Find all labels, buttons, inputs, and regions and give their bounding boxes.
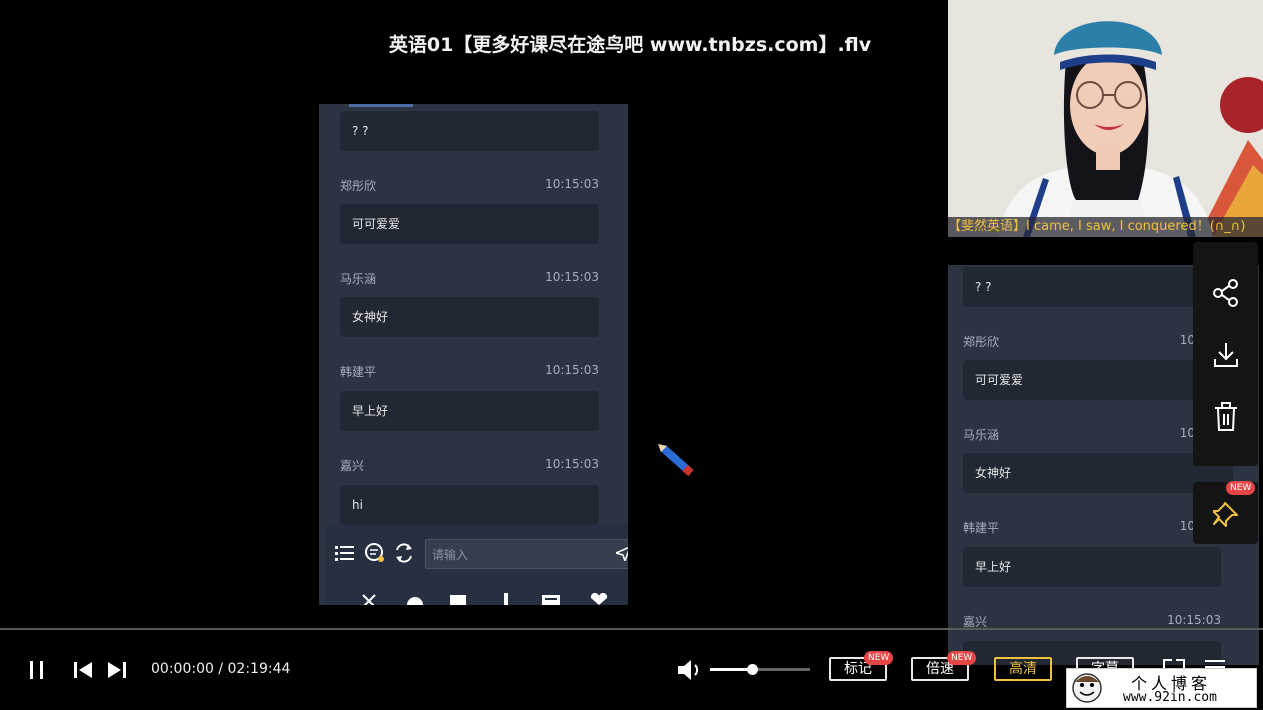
- chat-time: 10:15:03: [545, 270, 599, 284]
- chat-user: 韩建平: [963, 521, 1000, 535]
- video-title: 英语01【更多好课尽在途鸟吧 www.tnbzs.com】.flv: [388, 34, 872, 56]
- mic-icon[interactable]: [500, 593, 512, 605]
- chat-time: 10:15:03: [545, 363, 599, 377]
- chat-tab-indicator: [349, 104, 413, 107]
- heart-icon[interactable]: [588, 593, 610, 605]
- emoji-icon[interactable]: [405, 595, 425, 605]
- chat-user: 嘉兴: [340, 459, 365, 473]
- message-icon[interactable]: [364, 542, 386, 564]
- video-caption: 【斐然英语】I came, I saw, I conquered！(∩_∩): [948, 217, 1263, 237]
- quality-button[interactable]: 高清: [994, 657, 1052, 681]
- gift-icon[interactable]: [448, 593, 468, 605]
- mascot-logo: [1072, 673, 1102, 703]
- volume-slider[interactable]: [710, 664, 810, 675]
- teacher-video: [948, 0, 1263, 237]
- pin-icon: [1213, 502, 1238, 527]
- chat-user: 马乐涵: [963, 428, 1000, 442]
- chat-time: 10:15:03: [545, 457, 599, 471]
- playback-time: 00:00:00 / 02:19:44: [151, 661, 290, 677]
- progress-bar[interactable]: [0, 628, 1263, 630]
- switch-icon[interactable]: [393, 542, 415, 564]
- pause-icon[interactable]: [27, 660, 47, 680]
- chat-bubble: 女神好: [340, 297, 599, 337]
- side-toolbar: [1193, 242, 1258, 466]
- previous-icon[interactable]: [73, 661, 93, 679]
- new-badge: NEW: [947, 651, 977, 665]
- watermark-url: www.92in.com: [1123, 690, 1217, 705]
- chat-input[interactable]: 请输入: [425, 539, 628, 569]
- chat-user: 郑彤欣: [963, 335, 1000, 349]
- list-icon[interactable]: [335, 544, 355, 562]
- close-icon[interactable]: [360, 593, 380, 605]
- time-separator: /: [213, 661, 228, 677]
- chat-bubble: 早上好: [963, 547, 1221, 587]
- chat-input-bar: 请输入: [325, 525, 628, 605]
- volume-fill: [710, 668, 752, 671]
- caption-text: 【斐然英语】I came, I saw, I conquered！(∩_∩): [948, 219, 1246, 234]
- volume-knob[interactable]: [747, 664, 758, 675]
- chat-bubble: ? ?: [340, 111, 599, 151]
- new-badge: NEW: [1226, 481, 1256, 495]
- chat-user: 韩建平: [340, 365, 377, 379]
- download-icon[interactable]: [1213, 341, 1239, 369]
- watermark: 个人博客 www.92in.com: [1066, 668, 1257, 708]
- next-icon[interactable]: [107, 661, 127, 679]
- chat-time: 10:15:03: [545, 177, 599, 191]
- trash-icon[interactable]: [1213, 402, 1239, 432]
- chat-user: 郑彤欣: [340, 179, 377, 193]
- chat-bubble: hi: [340, 485, 599, 525]
- chat-time: 10:15:03: [1167, 613, 1221, 627]
- chat-bubble: 早上好: [340, 391, 599, 431]
- send-icon[interactable]: [616, 547, 628, 561]
- chat-user: 马乐涵: [340, 272, 377, 286]
- share-icon[interactable]: [1213, 279, 1239, 307]
- card-icon[interactable]: [540, 593, 562, 605]
- chat-bubble: 可可爱爱: [340, 204, 599, 244]
- webcam-feed: 【斐然英语】I came, I saw, I conquered！(∩_∩): [948, 0, 1263, 237]
- time-current: 00:00:00: [151, 661, 214, 677]
- new-badge: NEW: [864, 651, 894, 665]
- pencil-cursor-icon: [658, 444, 694, 477]
- volume-icon[interactable]: [676, 658, 704, 682]
- time-total: 02:19:44: [227, 661, 291, 677]
- chat-panel: ? ? 郑彤欣 10:15:03 可可爱爱 马乐涵 10:15:03 女神好 韩…: [319, 104, 628, 605]
